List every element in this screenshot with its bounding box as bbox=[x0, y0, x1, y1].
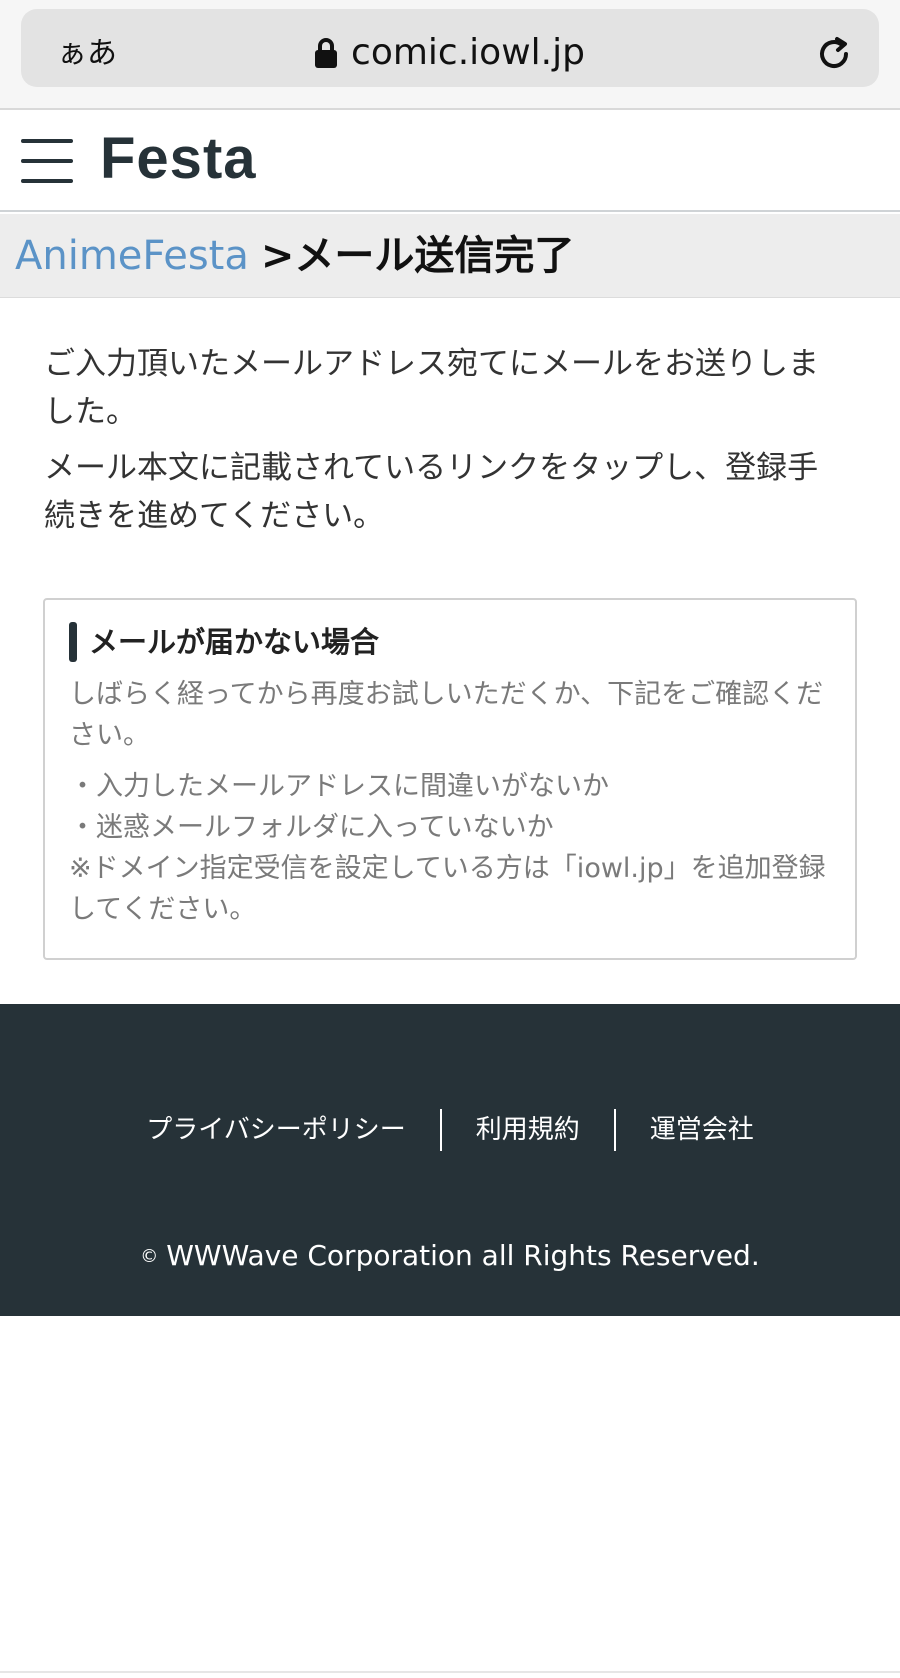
footer-link-privacy-policy[interactable]: プライバシーポリシー bbox=[112, 1110, 439, 1150]
notice-note: ※ドメイン指定受信を設定している方は「iowl.jp」を追加登録してください。 bbox=[69, 853, 826, 925]
url-field[interactable]: ぁあ comic.iowl.jp bbox=[21, 9, 879, 87]
copyright: © WWWave Corporation all Rights Reserved. bbox=[0, 1236, 900, 1277]
site-footer: プライバシーポリシー 利用規約 運営会社 © WWWave Corporation… bbox=[0, 1004, 900, 1316]
notice-title: メールが届かない場合 bbox=[89, 625, 380, 659]
footer-links: プライバシーポリシー 利用規約 運営会社 bbox=[0, 1109, 900, 1151]
notice-text: しばらく経ってから再度お試しいただくか、下記をご確認ください。 bbox=[69, 679, 824, 751]
url-display[interactable]: comic.iowl.jp bbox=[21, 31, 879, 75]
menu-icon[interactable] bbox=[21, 136, 73, 186]
browser-address-bar: ぁあ comic.iowl.jp bbox=[0, 0, 900, 110]
notice-list: ・入力したメールアドレスに間違いがないか ・迷惑メールフォルダに入っていないか bbox=[69, 766, 831, 848]
bottom-divider bbox=[0, 1671, 900, 1673]
breadcrumb-link-home[interactable]: AnimeFesta bbox=[15, 231, 249, 281]
notice-heading: メールが届かない場合 bbox=[69, 622, 831, 662]
footer-link-terms[interactable]: 利用規約 bbox=[442, 1110, 614, 1150]
list-item: ・入力したメールアドレスに間違いがないか bbox=[69, 771, 609, 802]
confirmation-message: ご入力頂いたメールアドレス宛てにメールをお送りしました。 bbox=[44, 346, 819, 430]
copyright-symbol: © bbox=[140, 1246, 159, 1267]
footer-link-company[interactable]: 運営会社 bbox=[616, 1110, 788, 1150]
url-text: comic.iowl.jp bbox=[351, 32, 585, 73]
copyright-text: WWWave Corporation all Rights Reserved. bbox=[166, 1239, 760, 1272]
main-content: ご入力頂いたメールアドレス宛てにメールをお送りしました。 メール本文に記載されて… bbox=[44, 340, 844, 540]
list-item: ・迷惑メールフォルダに入っていないか bbox=[69, 812, 554, 843]
breadcrumb-current: >メール送信完了 bbox=[260, 232, 575, 279]
breadcrumb: AnimeFesta >メール送信完了 bbox=[0, 214, 900, 298]
instruction-message: メール本文に記載されているリンクをタップし、登録手続きを進めてください。 bbox=[44, 450, 819, 534]
site-logo[interactable]: Festa bbox=[100, 124, 257, 194]
heading-accent-bar bbox=[69, 622, 77, 662]
site-header: Festa bbox=[0, 110, 900, 212]
reload-icon[interactable] bbox=[813, 33, 855, 75]
lock-icon bbox=[315, 38, 338, 68]
notice-box: メールが届かない場合 しばらく経ってから再度お試しいただくか、下記をご確認くださ… bbox=[43, 598, 857, 960]
